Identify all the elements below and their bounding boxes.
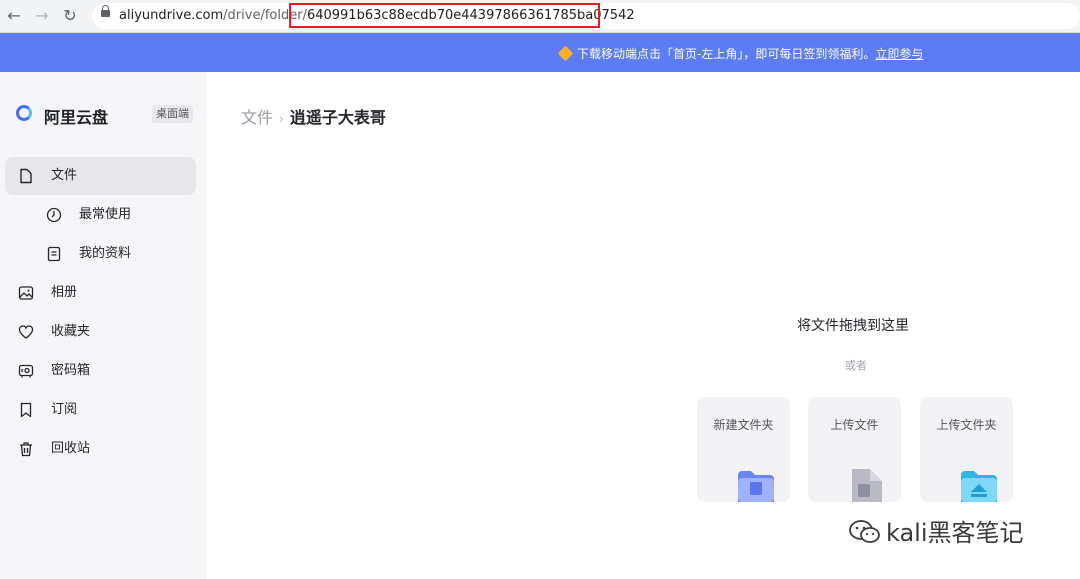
browser-toolbar: ← → ↻ aliyundrive.com/drive/folder/64099…: [0, 0, 1080, 33]
sidebar-item-label: 密码箱: [51, 363, 91, 378]
sidebar-item-label: 回收站: [51, 441, 91, 456]
breadcrumb: 文件 › 逍遥子大表哥: [241, 104, 386, 128]
card-label: 上传文件: [830, 418, 879, 432]
reload-icon[interactable]: ↻: [60, 6, 80, 26]
watermark: kali黑客笔记: [848, 513, 1024, 548]
sidebar-item-label: 文件: [51, 168, 78, 183]
clock-icon: [46, 207, 62, 223]
highlight-box: [289, 3, 600, 28]
document-icon: [47, 246, 61, 262]
sidebar-item-label: 收藏夹: [51, 324, 91, 339]
desktop-client-button[interactable]: 桌面端: [152, 105, 193, 123]
wechat-icon: [849, 520, 880, 543]
card-label: 上传文件夹: [936, 418, 997, 432]
upload-folder-icon: [961, 471, 997, 502]
file-icon: [20, 168, 32, 184]
arrow-right-icon[interactable]: →: [32, 6, 52, 26]
safe-icon: [18, 364, 34, 378]
sidebar-item-label: 订阅: [51, 402, 78, 417]
new-folder-icon: [738, 471, 774, 502]
watermark-text: kali黑客笔记: [886, 519, 1024, 547]
drop-zone-title: 将文件拖拽到这里: [797, 318, 909, 334]
or-divider-text: 或者: [845, 359, 867, 372]
megaphone-icon: [557, 45, 574, 62]
sidebar-item-favorites[interactable]: 收藏夹: [5, 313, 196, 351]
sidebar-item-safe[interactable]: 密码箱: [5, 352, 196, 390]
sidebar-item-trash[interactable]: 回收站: [5, 430, 196, 468]
banner-link[interactable]: 立即参与: [875, 47, 923, 61]
sidebar-item-label: 相册: [51, 285, 78, 300]
trash-icon: [20, 442, 32, 457]
sidebar-item-frequent[interactable]: 最常使用: [5, 196, 196, 234]
sidebar-item-label: 最常使用: [79, 207, 132, 222]
sidebar-item-album[interactable]: 相册: [5, 274, 196, 312]
promo-banner: 下载移动端点击「首页-左上角」，即可每日签到领福利。立即参与: [0, 33, 1080, 72]
card-label: 新建文件夹: [713, 418, 774, 432]
bookmark-icon: [20, 402, 32, 418]
upload-file-icon: [852, 469, 882, 502]
breadcrumb-current: 逍遥子大表哥: [289, 108, 386, 127]
url-host: aliyundrive.com: [119, 8, 224, 23]
lock-icon[interactable]: [101, 5, 110, 17]
photo-icon: [18, 286, 34, 300]
chevron-right-icon: ›: [279, 112, 284, 126]
sidebar-item-files[interactable]: 文件: [5, 157, 196, 195]
upload-file-button[interactable]: 上传文件: [808, 397, 901, 502]
banner-text: 下载移动端点击「首页-左上角」，即可每日签到领福利。: [577, 47, 876, 61]
logo-icon: [16, 105, 32, 121]
arrow-left-icon[interactable]: ←: [4, 6, 24, 26]
upload-folder-button[interactable]: 上传文件夹: [920, 397, 1013, 502]
breadcrumb-root[interactable]: 文件: [241, 108, 273, 127]
new-folder-button[interactable]: 新建文件夹: [697, 397, 790, 502]
logo-text: 阿里云盘: [44, 108, 109, 127]
sidebar-item-label: 我的资料: [79, 246, 132, 261]
heart-icon: [18, 325, 34, 339]
sidebar-item-subscriptions[interactable]: 订阅: [5, 391, 196, 429]
sidebar-item-my-docs[interactable]: 我的资料: [5, 235, 196, 273]
